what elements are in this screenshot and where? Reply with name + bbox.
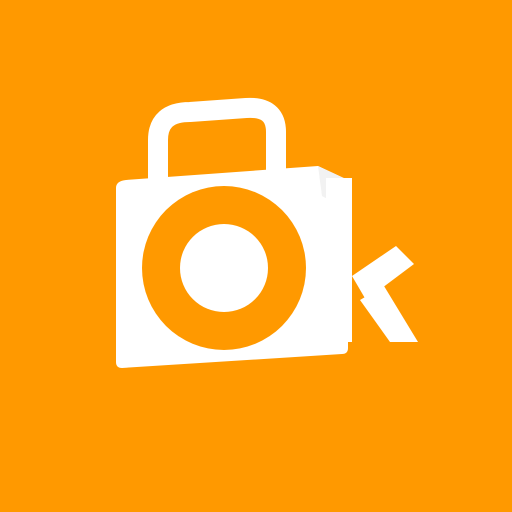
shopping-bag-logo-icon xyxy=(116,97,418,368)
app-icon xyxy=(0,0,512,512)
letter-o-inner xyxy=(180,224,268,312)
letter-k-stem xyxy=(326,178,352,342)
